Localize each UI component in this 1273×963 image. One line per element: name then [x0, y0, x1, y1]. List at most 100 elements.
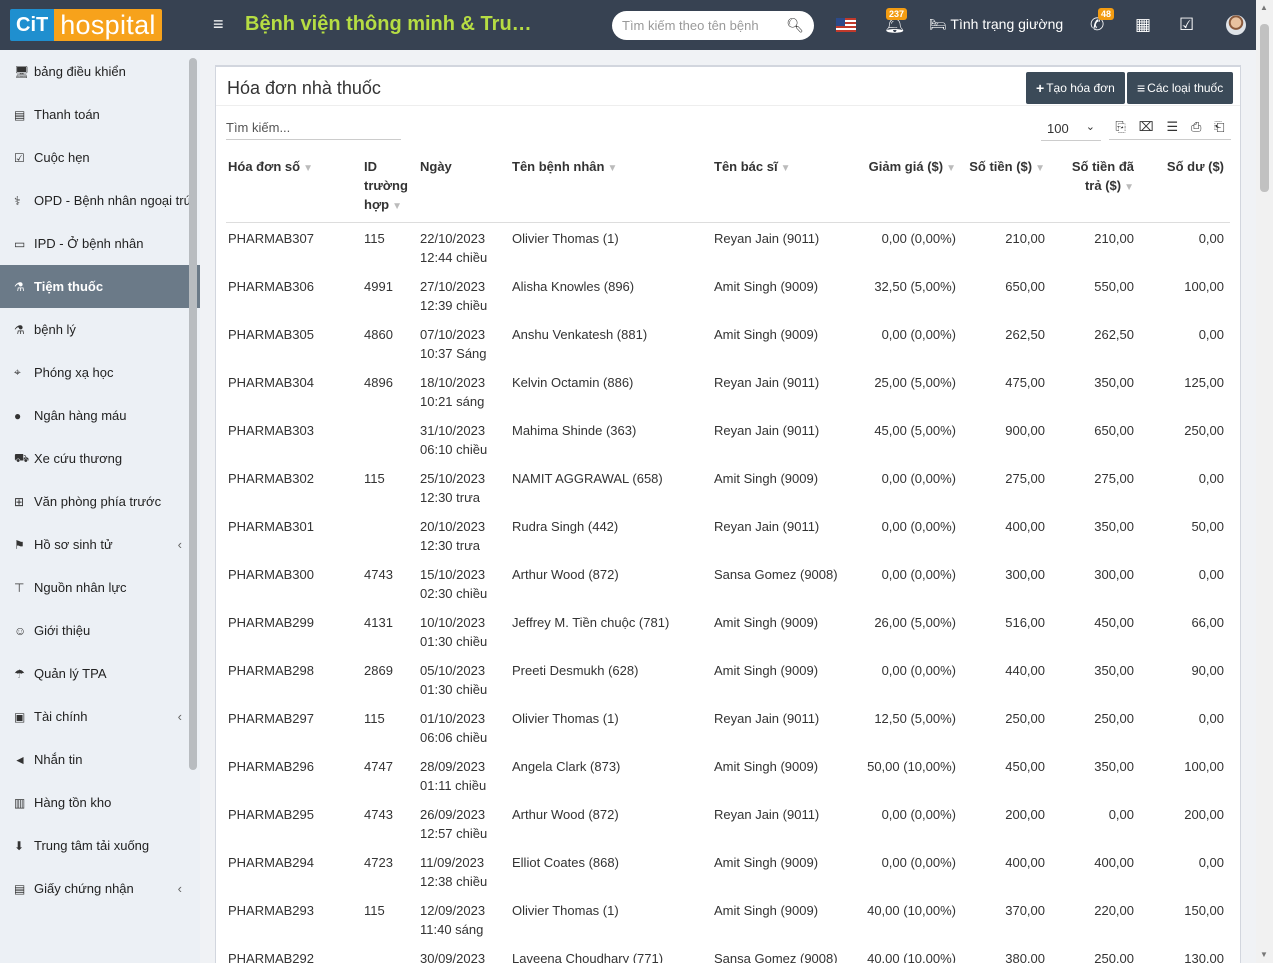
table-row[interactable]: PHARMAB299 4131 10/10/2023 01:30 chiều Jeffr… — [226, 607, 1230, 655]
page-size-select[interactable]: 100 ⌄ — [1041, 121, 1101, 141]
scrollbar-thumb[interactable] — [1260, 24, 1269, 192]
column-header[interactable]: ID trường hợp ▼ — [362, 147, 418, 223]
plus-icon: + — [1036, 80, 1045, 96]
cell-discount: 0,00 (0,00%) — [881, 662, 956, 678]
sort-icon[interactable]: ▼ — [392, 201, 402, 212]
sidebar-item[interactable]: ⚕ OPD - Bệnh nhân ngoại trú — [0, 179, 200, 222]
menu-toggle-icon[interactable]: ≡ — [213, 14, 224, 35]
desktop-icon: 🖥 — [14, 64, 30, 79]
sidebar-item[interactable]: ⚗ bệnh lý — [0, 308, 200, 351]
sidebar-item[interactable]: ▣ Tài chính ‹ — [0, 695, 200, 738]
scroll-down-icon[interactable]: ▼ — [1260, 950, 1268, 959]
cell-patient: Jeffrey M. Tiền chuộc (781) — [512, 614, 670, 630]
cell-date: 18/10/2023 10:21 sáng — [418, 367, 510, 415]
sidebar-item-label: Cuộc hẹn — [34, 150, 90, 165]
sidebar-item[interactable]: ▭ IPD - Ở bệnh nhân — [0, 222, 200, 265]
sidebar-item[interactable]: ☑ Cuộc hẹn — [0, 136, 200, 179]
sidebar-item-label: Xe cứu thương — [34, 451, 123, 466]
table-row[interactable]: PHARMAB307 115 22/10/2023 12:44 chiều Olivie… — [226, 223, 1230, 271]
sort-icon[interactable]: ▼ — [1035, 163, 1045, 174]
copy-icon[interactable]: ⎘ — [1115, 119, 1125, 135]
cell-date-value: 01/10/2023 — [420, 710, 486, 726]
task-check-icon[interactable]: ☑ — [1179, 15, 1194, 35]
print-icon[interactable]: ⎗ — [1214, 119, 1224, 135]
sidebar-item[interactable]: ☺ Giới thiệu — [0, 609, 200, 652]
table-row[interactable]: PHARMAB298 2869 05/10/2023 01:30 chiều Preet… — [226, 655, 1230, 703]
cell-date-value: 27/10/2023 — [420, 278, 486, 294]
table-search-input[interactable] — [226, 118, 401, 140]
sidebar-scrollbar[interactable] — [189, 58, 197, 770]
sidebar-item[interactable]: ● Ngân hàng máu — [0, 394, 200, 437]
language-flag-icon[interactable] — [836, 18, 856, 32]
table-row[interactable]: PHARMAB305 4860 07/10/2023 10:37 Sáng Anshu … — [226, 319, 1230, 367]
sidebar-item[interactable]: ☂ Quản lý TPA — [0, 652, 200, 695]
sidebar-item[interactable]: ⬇ Trung tâm tải xuống — [0, 824, 200, 867]
medicine-types-button[interactable]: ≡ Các loại thuốc — [1127, 72, 1234, 104]
create-bill-button[interactable]: + Tạo hóa đơn — [1026, 72, 1125, 104]
sort-icon[interactable]: ▼ — [946, 163, 956, 174]
sidebar-item[interactable]: ⛟ Xe cứu thương — [0, 437, 200, 480]
page-size-value: 100 — [1047, 121, 1069, 136]
sort-icon[interactable]: ▼ — [303, 163, 313, 174]
pdf-icon[interactable]: ⎙ — [1191, 119, 1201, 135]
sidebar-item[interactable]: ⊞ Văn phòng phía trước — [0, 480, 200, 523]
search-icon[interactable]: 🔍︎ — [786, 17, 804, 34]
table-row[interactable]: PHARMAB301 20/10/2023 12:30 trưa Rudra Sing… — [226, 511, 1230, 559]
user-avatar[interactable] — [1226, 15, 1246, 35]
column-header[interactable]: Giảm giá ($) ▼ — [858, 147, 962, 223]
calendar-icon[interactable]: ▦ — [1135, 15, 1151, 35]
column-header[interactable]: Hóa đơn số ▼ — [226, 147, 362, 223]
cell-discount: 45,00 (5,00%) — [874, 422, 956, 438]
cell-patient: Rudra Singh (442) — [512, 518, 619, 534]
cell-discount: 32,50 (5,00%) — [874, 278, 956, 294]
column-header[interactable]: Tên bệnh nhân ▼ — [510, 147, 712, 223]
column-header[interactable]: Số tiền ($) ▼ — [962, 147, 1051, 223]
table-row[interactable]: PHARMAB306 4991 27/10/2023 12:39 chiều Alish… — [226, 271, 1230, 319]
window-scrollbar[interactable]: ▲ ▼ — [1256, 0, 1273, 963]
sidebar-item-label: Hồ sơ sinh tử — [34, 537, 113, 552]
column-header: Ngày — [418, 147, 510, 223]
scroll-up-icon[interactable]: ▲ — [1260, 3, 1268, 12]
patient-search-input[interactable] — [622, 18, 772, 33]
sort-icon[interactable]: ▼ — [781, 163, 791, 174]
sort-icon[interactable]: ▼ — [607, 163, 617, 174]
column-header[interactable]: Số tiền đã trả ($) ▼ — [1051, 147, 1140, 223]
table-row[interactable]: PHARMAB300 4743 15/10/2023 02:30 chiều Arthu… — [226, 559, 1230, 607]
table-row[interactable]: PHARMAB296 4747 28/09/2023 01:11 chiều Angel… — [226, 751, 1230, 799]
bed-status-button[interactable]: 🛏︎ Tình trạng giường — [929, 16, 1063, 33]
cell-date: 05/10/2023 01:30 chiều — [418, 655, 510, 703]
table-row[interactable]: PHARMAB292 30/09/2023 Laveena Choudhary (7… — [226, 943, 1230, 963]
table-row[interactable]: PHARMAB293 115 12/09/2023 11:40 sáng Olivier… — [226, 895, 1230, 943]
table-row[interactable]: PHARMAB294 4723 11/09/2023 12:38 chiều Ellio… — [226, 847, 1230, 895]
sidebar-item[interactable]: ⊤ Nguồn nhân lực — [0, 566, 200, 609]
csv-icon[interactable]: ☰ — [1166, 119, 1178, 135]
cell-doctor: Amit Singh (9009) — [714, 902, 819, 918]
sidebar-item[interactable]: ⌖ Phóng xạ học — [0, 351, 200, 394]
excel-icon[interactable]: ⌧ — [1139, 119, 1154, 135]
sidebar-item[interactable]: ▤ Giấy chứng nhận ‹ — [0, 867, 200, 910]
cell-patient: Olivier Thomas (1) — [512, 902, 619, 918]
table-row[interactable]: PHARMAB303 31/10/2023 06:10 chiều Mahima Sh… — [226, 415, 1230, 463]
cell-amount: 370,00 — [1005, 902, 1045, 918]
column-header[interactable]: Tên bác sĩ ▼ — [712, 147, 858, 223]
sidebar-item[interactable]: ▤ Thanh toán — [0, 93, 200, 136]
logo[interactable]: CiT hospital — [10, 9, 162, 41]
table-row[interactable]: PHARMAB304 4896 18/10/2023 10:21 sáng Kelvin… — [226, 367, 1230, 415]
cell-balance: 0,00 — [1198, 566, 1224, 582]
cell-date-value: 10/10/2023 — [420, 614, 486, 630]
cell-doctor: Reyan Jain (9011) — [714, 806, 820, 822]
cell-bill-no: PHARMAB292 — [228, 950, 314, 963]
sidebar-item[interactable]: ◄ Nhắn tin — [0, 738, 200, 781]
sidebar-item[interactable]: 🖥 bảng điều khiển — [0, 50, 200, 93]
table-row[interactable]: PHARMAB295 4743 26/09/2023 12:57 chiều Arthu… — [226, 799, 1230, 847]
page-title: Hóa đơn nhà thuốc — [227, 78, 381, 98]
table-row[interactable]: PHARMAB297 115 01/10/2023 06:06 chiều Olivie… — [226, 703, 1230, 751]
blood-drop-icon: ● — [14, 408, 22, 423]
cell-case-id — [362, 943, 418, 963]
cell-balance: 250,00 — [1184, 422, 1224, 438]
sidebar-item[interactable]: ▥ Hàng tồn kho — [0, 781, 200, 824]
sidebar-item[interactable]: ⚗ Tiệm thuốc — [0, 265, 200, 308]
table-row[interactable]: PHARMAB302 115 25/10/2023 12:30 trưa NAMIT A… — [226, 463, 1230, 511]
sort-icon[interactable]: ▼ — [1124, 182, 1134, 193]
sidebar-item[interactable]: ⚑ Hồ sơ sinh tử ‹ — [0, 523, 200, 566]
